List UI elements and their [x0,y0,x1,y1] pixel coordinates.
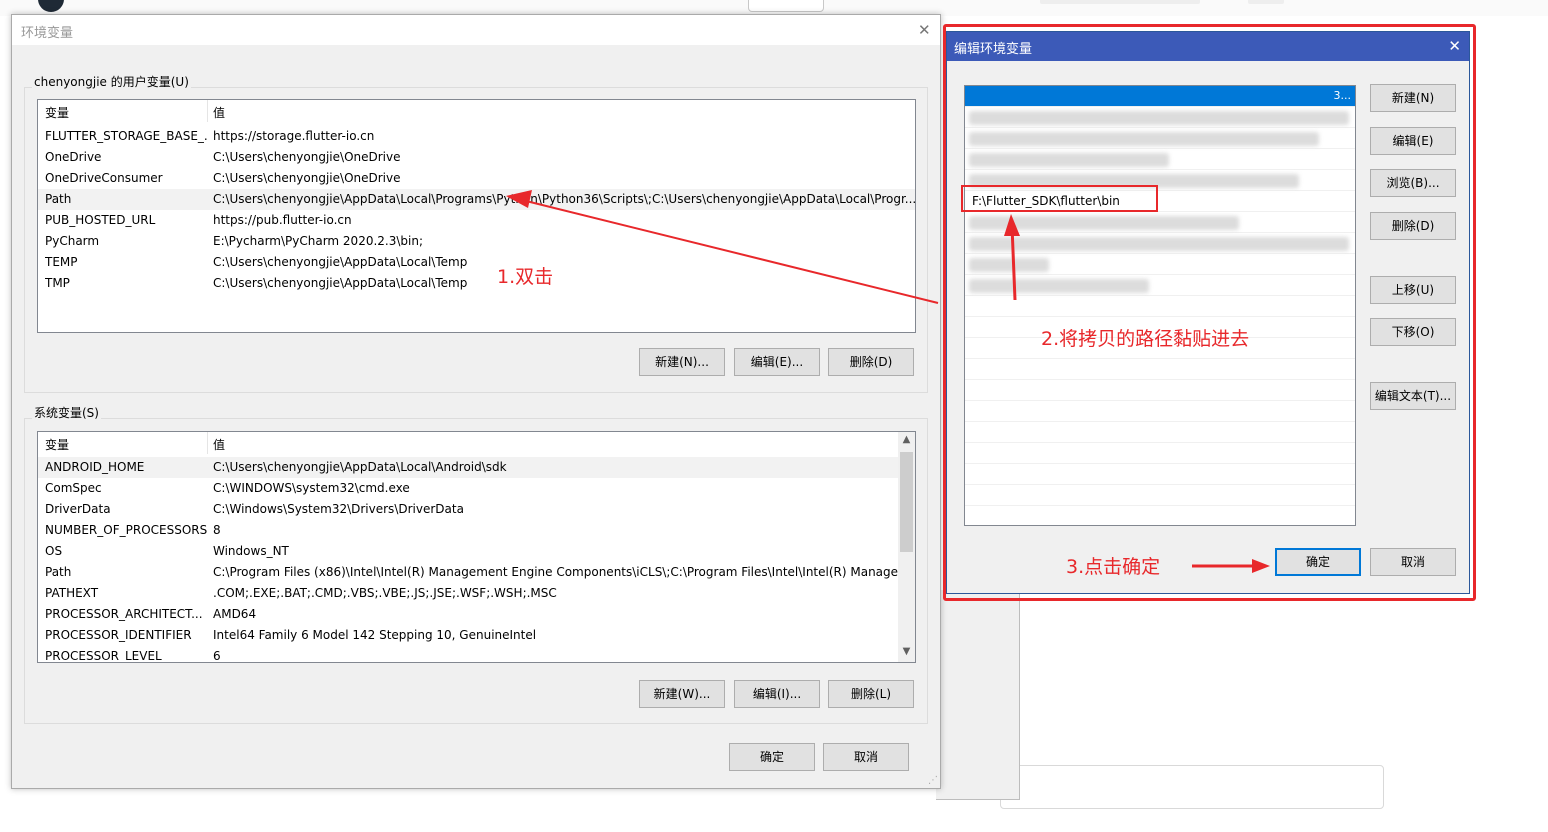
arrow-to-path-row [506,190,939,304]
arrow-to-ok-button [1192,559,1270,573]
annotation-arrows [506,190,1270,573]
arrow-to-flutter-entry [1004,214,1020,301]
